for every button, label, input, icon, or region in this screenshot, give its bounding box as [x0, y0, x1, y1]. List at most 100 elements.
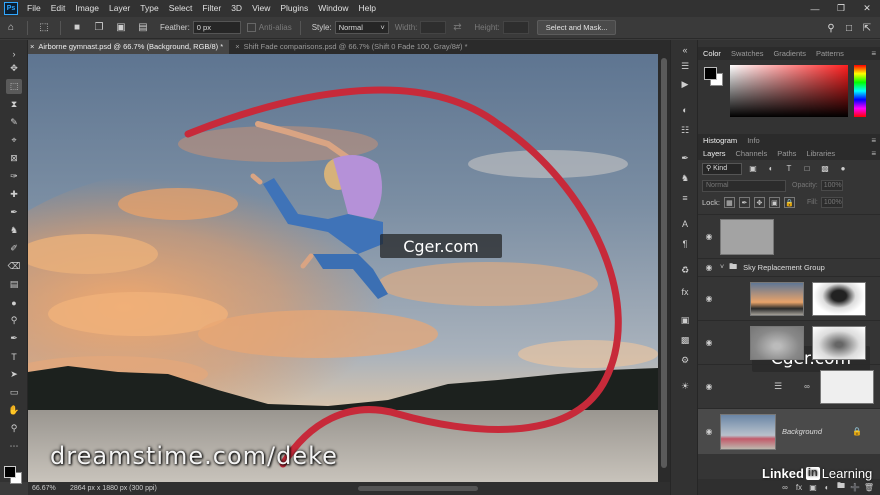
menu-file[interactable]: File: [22, 0, 46, 17]
filter-toggle-icon[interactable]: ●: [836, 163, 850, 175]
dodge-tool-icon[interactable]: ⚲: [6, 313, 22, 328]
paragraph-icon[interactable]: ¶: [677, 236, 693, 252]
foreground-swatch[interactable]: [704, 67, 717, 80]
tab-swatches[interactable]: Swatches: [726, 47, 769, 60]
menu-select[interactable]: Select: [164, 0, 198, 17]
lock-all-icon[interactable]: 🔒: [783, 197, 795, 208]
fill-input[interactable]: 100%: [820, 197, 843, 208]
visibility-eye-icon[interactable]: ◉: [698, 382, 720, 391]
opacity-input[interactable]: 100%: [820, 180, 843, 191]
scrollbar-thumb[interactable]: [661, 58, 667, 468]
visibility-eye-icon[interactable]: ◉: [698, 294, 720, 303]
tab-channels[interactable]: Channels: [731, 147, 773, 160]
smart-object-filter-icon[interactable]: ▩: [818, 163, 832, 175]
share-icon[interactable]: ⇱: [858, 19, 876, 37]
marquee-preset-icon[interactable]: ⬚: [36, 20, 52, 36]
properties-icon[interactable]: ☷: [677, 122, 693, 138]
hand-tool-icon[interactable]: ✋: [6, 403, 22, 418]
foreground-color-swatch[interactable]: [4, 466, 16, 478]
pixel-filter-icon[interactable]: ▣: [746, 163, 760, 175]
canvas[interactable]: dreamstime.com/deke: [28, 54, 658, 482]
close-icon[interactable]: ✕: [854, 0, 880, 17]
zoom-tool-icon[interactable]: ⚲: [6, 421, 22, 436]
actions-play-icon[interactable]: ▶: [677, 76, 693, 92]
close-icon[interactable]: ×: [235, 42, 239, 51]
quick-select-tool-icon[interactable]: ✎: [6, 115, 22, 130]
new-group-icon[interactable]: 🖿: [834, 481, 848, 493]
style-select[interactable]: Normal ˅: [334, 21, 389, 34]
tab-patterns[interactable]: Patterns: [811, 47, 849, 60]
layer-sky-image[interactable]: ◉: [698, 276, 880, 320]
height-input[interactable]: [502, 21, 529, 34]
lock-pixels-icon[interactable]: ✒: [738, 197, 750, 208]
clone-stamp-icon[interactable]: ♞: [6, 223, 22, 238]
color-picker-field[interactable]: [730, 65, 848, 117]
more-tools-icon[interactable]: ⋯: [6, 439, 22, 454]
trash-icon[interactable]: 🗑: [862, 481, 876, 493]
panel-menu-icon[interactable]: ≡: [871, 136, 876, 145]
menu-type[interactable]: Type: [135, 0, 163, 17]
vertical-scrollbar[interactable]: [658, 54, 670, 482]
add-selection-icon[interactable]: ❐: [91, 20, 107, 36]
tab-paths[interactable]: Paths: [772, 147, 801, 160]
gradient-tool-icon[interactable]: ▤: [6, 277, 22, 292]
lock-transparency-icon[interactable]: ▦: [723, 197, 735, 208]
tab-libraries[interactable]: Libraries: [801, 147, 840, 160]
zoom-level[interactable]: 66.67%: [28, 485, 64, 492]
layer-group-sky-replacement[interactable]: ◉ ˅ 🖿 Sky Replacement Group: [698, 258, 880, 276]
swap-icon[interactable]: ⇄: [449, 20, 465, 36]
adjustment-layer-icon[interactable]: ◐: [820, 481, 834, 493]
menu-image[interactable]: Image: [70, 0, 104, 17]
path-select-icon[interactable]: ➤: [6, 367, 22, 382]
frame-tool-icon[interactable]: ⊠: [6, 151, 22, 166]
blend-mode-select[interactable]: Normal: [702, 179, 786, 192]
restore-icon[interactable]: ❐: [828, 0, 854, 17]
visibility-eye-icon[interactable]: ◉: [698, 427, 720, 436]
visibility-eye-icon[interactable]: ◉: [698, 338, 720, 347]
new-selection-icon[interactable]: ■: [69, 20, 85, 36]
subtract-selection-icon[interactable]: ▣: [113, 20, 129, 36]
collapse-icon[interactable]: «: [677, 42, 693, 58]
blur-tool-icon[interactable]: ●: [6, 295, 22, 310]
navigator-icon[interactable]: ▣: [677, 312, 693, 328]
feather-input[interactable]: 0 px: [192, 21, 241, 34]
lasso-tool-icon[interactable]: ⧗: [6, 97, 22, 112]
menu-window[interactable]: Window: [313, 0, 353, 17]
pen-tool-icon[interactable]: ✒: [6, 331, 22, 346]
kind-filter-select[interactable]: ⚲ Kind: [702, 162, 742, 175]
lock-position-icon[interactable]: ✥: [753, 197, 765, 208]
crop-tool-icon[interactable]: ⌖: [6, 133, 22, 148]
lock-artboard-icon[interactable]: ▣: [768, 197, 780, 208]
menu-view[interactable]: View: [247, 0, 275, 17]
close-icon[interactable]: ×: [30, 42, 34, 51]
link-layers-icon[interactable]: ∞: [778, 481, 792, 493]
adjustment-filter-icon[interactable]: ◐: [764, 163, 778, 175]
menu-edit[interactable]: Edit: [46, 0, 71, 17]
layer-adjustment-1[interactable]: ◉: [698, 320, 880, 364]
menu-filter[interactable]: Filter: [197, 0, 226, 17]
tab-airborne-gymnast[interactable]: × Airborne gymnast.psd @ 66.7% (Backgroun…: [24, 40, 230, 54]
width-input[interactable]: [420, 21, 447, 34]
search-icon[interactable]: ⚲: [822, 19, 840, 37]
type-filter-icon[interactable]: T: [782, 163, 796, 175]
panel-menu-icon[interactable]: ≡: [871, 49, 876, 58]
move-tool-icon[interactable]: ✥: [6, 61, 22, 76]
layer-background[interactable]: ◉ Background 🔒: [698, 408, 880, 454]
brush-tool-icon[interactable]: ✒: [6, 205, 22, 220]
visibility-eye-icon[interactable]: ◉: [698, 232, 720, 241]
tab-gradients[interactable]: Gradients: [768, 47, 811, 60]
history-brush-icon[interactable]: ✐: [6, 241, 22, 256]
shape-filter-icon[interactable]: □: [800, 163, 814, 175]
select-and-mask-button[interactable]: Select and Mask...: [536, 20, 617, 35]
tab-shift-fade[interactable]: × Shift Fade comparisons.psd @ 66.7% (Shi…: [229, 40, 473, 54]
shape-tool-icon[interactable]: ▭: [6, 385, 22, 400]
fx-icon[interactable]: fx: [792, 481, 806, 493]
antialias-checkbox[interactable]: [246, 23, 256, 32]
light-icon[interactable]: ☀: [677, 378, 693, 394]
menu-3d[interactable]: 3D: [226, 0, 247, 17]
intersect-selection-icon[interactable]: ▤: [135, 20, 151, 36]
menu-help[interactable]: Help: [353, 0, 380, 17]
horizontal-scrollbar[interactable]: [358, 486, 478, 491]
tab-layers[interactable]: Layers: [698, 147, 731, 160]
layer-comps-icon[interactable]: ▩: [677, 332, 693, 348]
